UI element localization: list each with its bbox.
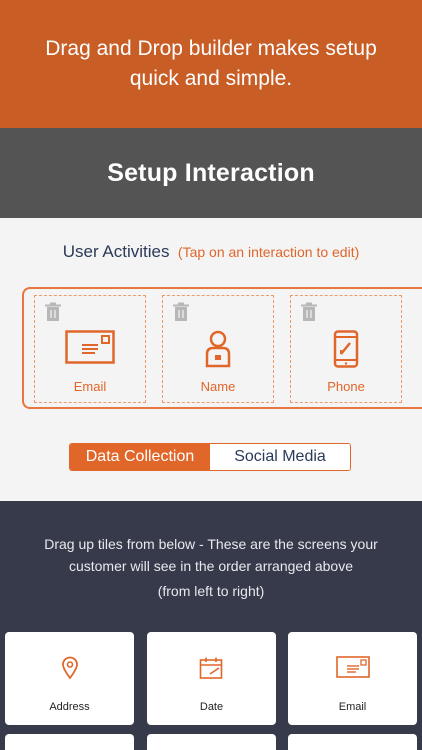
segment-data-collection[interactable]: Data Collection	[70, 444, 210, 470]
activity-label: Email	[73, 379, 107, 394]
activity-sequence[interactable]: Email Name Phone	[22, 287, 422, 409]
user-activities-heading: User Activities (Tap on an interaction t…	[0, 242, 422, 262]
segment-social-media[interactable]: Social Media	[210, 444, 350, 470]
trash-icon[interactable]	[172, 302, 190, 322]
promo-banner: Drag and Drop builder makes setup quick …	[0, 0, 422, 128]
tile-label: Date	[199, 701, 224, 713]
activity-card-phone[interactable]: Phone	[290, 295, 402, 403]
instruction-line: customer will see in the order arranged …	[68, 558, 354, 574]
user-activities-label: User Activities	[62, 242, 170, 261]
person-icon	[205, 330, 231, 368]
envelope-icon	[65, 330, 115, 364]
tile-date[interactable]: Date	[147, 632, 276, 725]
category-segmented-control[interactable]: Data Collection Social Media	[69, 443, 351, 471]
tile-label: Address	[49, 701, 90, 713]
location-pin-icon	[61, 656, 78, 680]
promo-banner-text: Drag and Drop builder makes setup quick …	[45, 37, 377, 90]
tile-email[interactable]: Email	[288, 632, 417, 725]
tile[interactable]	[147, 734, 276, 750]
instruction-line: Drag up tiles from below - These are the…	[44, 536, 378, 552]
activity-label: Phone	[327, 379, 365, 394]
trash-icon[interactable]	[300, 302, 318, 322]
tile-label: Email	[338, 701, 367, 713]
page-title-bar: Setup Interaction	[0, 128, 422, 218]
trash-icon[interactable]	[44, 302, 62, 322]
tile-address[interactable]: Address	[5, 632, 134, 725]
drag-instructions: Drag up tiles from below - These are the…	[0, 533, 422, 602]
edit-hint: (Tap on an interaction to edit)	[177, 244, 360, 260]
page-title: Setup Interaction	[107, 158, 315, 187]
phone-icon	[333, 330, 359, 368]
tile[interactable]	[5, 734, 134, 750]
activity-card-name[interactable]: Name	[162, 295, 274, 403]
activity-label: Name	[200, 379, 236, 394]
activity-card-email[interactable]: Email	[34, 295, 146, 403]
tile[interactable]	[288, 734, 417, 750]
instruction-line: (from left to right)	[157, 583, 265, 599]
calendar-icon	[199, 657, 222, 679]
envelope-icon	[335, 656, 370, 678]
